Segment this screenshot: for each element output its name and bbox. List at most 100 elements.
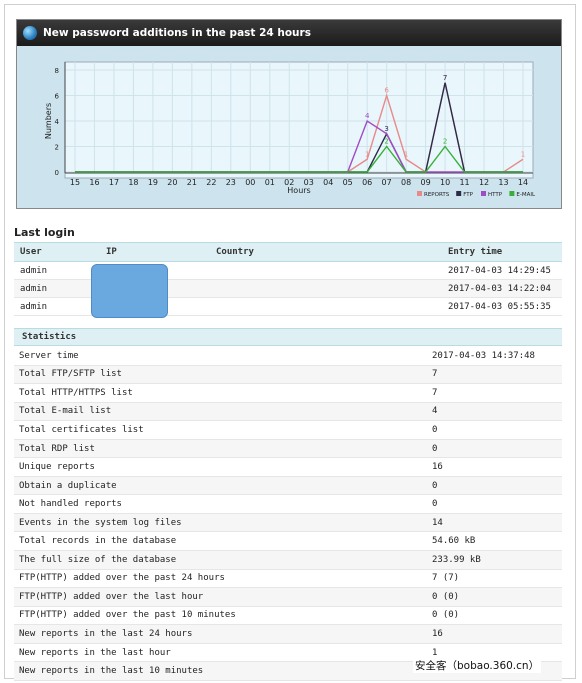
stat-label: New reports in the last hour: [14, 643, 428, 663]
x-tick-label: 10: [440, 178, 450, 187]
stat-label: FTP(HTTP) added over the past 24 hours: [14, 569, 428, 589]
data-label: 4: [365, 112, 370, 120]
x-tick-label: 16: [89, 178, 99, 187]
password-additions-chart: 0246815 16 17 18 19 20 21 22 23 00 01 02 03 04 05 06 07 0…: [44, 61, 536, 198]
chart-title: New password additions in the past 24 ho…: [43, 27, 311, 39]
x-tick-label: 13: [498, 178, 508, 187]
table-row: Unique reports 16: [14, 457, 562, 477]
watermark: 安全客（bobao.360.cn）: [413, 658, 542, 673]
column-header-user: User: [14, 242, 100, 262]
x-tick-label: 15: [70, 178, 80, 187]
stat-label: Total E-mail list: [14, 402, 428, 422]
table-row: Total HTTP/HTTPS list 7: [14, 383, 562, 403]
y-tick-label: 0: [55, 169, 59, 177]
x-tick-label: 06: [362, 178, 372, 187]
login-user: admin: [14, 297, 100, 316]
legend-label: E-MAIL: [516, 192, 536, 198]
legend-swatch: [509, 191, 515, 196]
login-time: 2017-04-03 14:29:45: [442, 261, 562, 280]
y-tick-label: 2: [55, 144, 59, 152]
chart-logo-icon: [23, 26, 37, 40]
stat-label: Total records in the database: [14, 531, 428, 552]
stat-value: 0: [428, 476, 562, 496]
table-row: FTP(HTTP) added over the last hour 0 (0): [14, 587, 562, 607]
stat-label: Total certificates list: [14, 420, 428, 440]
legend-swatch: [417, 191, 422, 196]
table-row: FTP(HTTP) added over the past 24 hours 7 …: [14, 569, 562, 589]
stat-label: Events in the system log files: [14, 513, 428, 533]
legend-swatch: [456, 191, 462, 196]
table-row: Server time 2017-04-03 14:37:48: [14, 347, 562, 366]
data-label: 1: [404, 150, 408, 158]
last-login-header-row: User IP Country Entry time: [14, 242, 562, 262]
ip-redaction-box: [91, 264, 168, 318]
stat-value: 0: [428, 494, 562, 514]
legend-label: FTP: [463, 192, 473, 198]
stat-label: Server time: [14, 347, 428, 366]
x-tick-label: 04: [323, 178, 333, 187]
x-tick-label: 07: [382, 178, 392, 187]
stat-value: 2017-04-03 14:37:48: [428, 347, 562, 366]
chart-header: New password additions in the past 24 ho…: [17, 20, 561, 46]
x-tick-label: 18: [128, 178, 138, 187]
x-tick-label: 22: [206, 178, 216, 187]
data-label: 2: [443, 138, 447, 146]
y-tick-label: 6: [55, 93, 60, 101]
login-user: admin: [14, 279, 100, 298]
data-label: 2: [384, 138, 388, 146]
x-tick-label: 01: [265, 178, 275, 187]
stat-label: Not handled reports: [14, 494, 428, 514]
plot-area: [64, 61, 534, 179]
table-row: Total RDP list 0: [14, 439, 562, 459]
stat-value: 16: [428, 457, 562, 477]
stat-label: Obtain a duplicate: [14, 476, 428, 496]
y-axis-label: Numbers: [44, 103, 53, 139]
x-tick-label: 11: [459, 178, 469, 187]
statistics-header: Statistics: [14, 328, 562, 346]
login-country: [210, 261, 442, 280]
stat-value: 233.99 kB: [428, 550, 562, 570]
stat-label: Total FTP/SFTP list: [14, 365, 428, 385]
stat-value: 54.60 kB: [428, 531, 562, 552]
x-tick-label: 17: [109, 178, 119, 187]
stat-label: FTP(HTTP) added over the last hour: [14, 587, 428, 607]
table-row: Events in the system log files 14: [14, 513, 562, 533]
stat-label: Unique reports: [14, 457, 428, 477]
x-tick-label: 21: [187, 178, 197, 187]
legend-label: REPORTS: [424, 192, 450, 198]
table-row: Total certificates list 0: [14, 420, 562, 440]
column-header-entry-time: Entry time: [442, 242, 562, 262]
stat-value: 0 (0): [428, 606, 562, 626]
table-row: Not handled reports 0: [14, 494, 562, 514]
chart-panel: New password additions in the past 24 ho…: [16, 19, 562, 209]
stat-label: Total RDP list: [14, 439, 428, 459]
data-label: 1: [521, 150, 525, 158]
table-row: Total records in the database 54.60 kB: [14, 531, 562, 552]
stat-label: New reports in the last 24 hours: [14, 624, 428, 644]
column-header-country: Country: [210, 242, 442, 262]
x-tick-label: 09: [421, 178, 431, 187]
data-label: 7: [443, 74, 447, 82]
x-tick-label: 08: [401, 178, 411, 187]
legend-label: HTTP: [488, 192, 503, 198]
stat-value: 16: [428, 624, 562, 644]
x-tick-label: 23: [226, 178, 236, 187]
x-tick-label: 00: [245, 178, 255, 187]
table-row: Obtain a duplicate 0: [14, 476, 562, 496]
stat-label: The full size of the database: [14, 550, 428, 570]
stat-label: New reports in the last 10 minutes: [14, 661, 428, 681]
stat-value: 0: [428, 420, 562, 440]
login-time: 2017-04-03 05:55:35: [442, 297, 562, 316]
column-header-ip: IP: [100, 242, 210, 262]
table-row: Total E-mail list 4: [14, 402, 562, 422]
stat-value: 0: [428, 439, 562, 459]
data-label: 1: [365, 150, 369, 158]
legend-swatch: [481, 191, 486, 196]
stat-value: 4: [428, 402, 562, 422]
data-label: 3: [384, 125, 388, 133]
last-login-title: Last login: [14, 226, 75, 239]
x-tick-label: 05: [343, 178, 353, 187]
table-row: New reports in the last 24 hours 16: [14, 624, 562, 644]
stat-label: FTP(HTTP) added over the past 10 minutes: [14, 606, 428, 626]
stat-value: 0 (0): [428, 587, 562, 607]
